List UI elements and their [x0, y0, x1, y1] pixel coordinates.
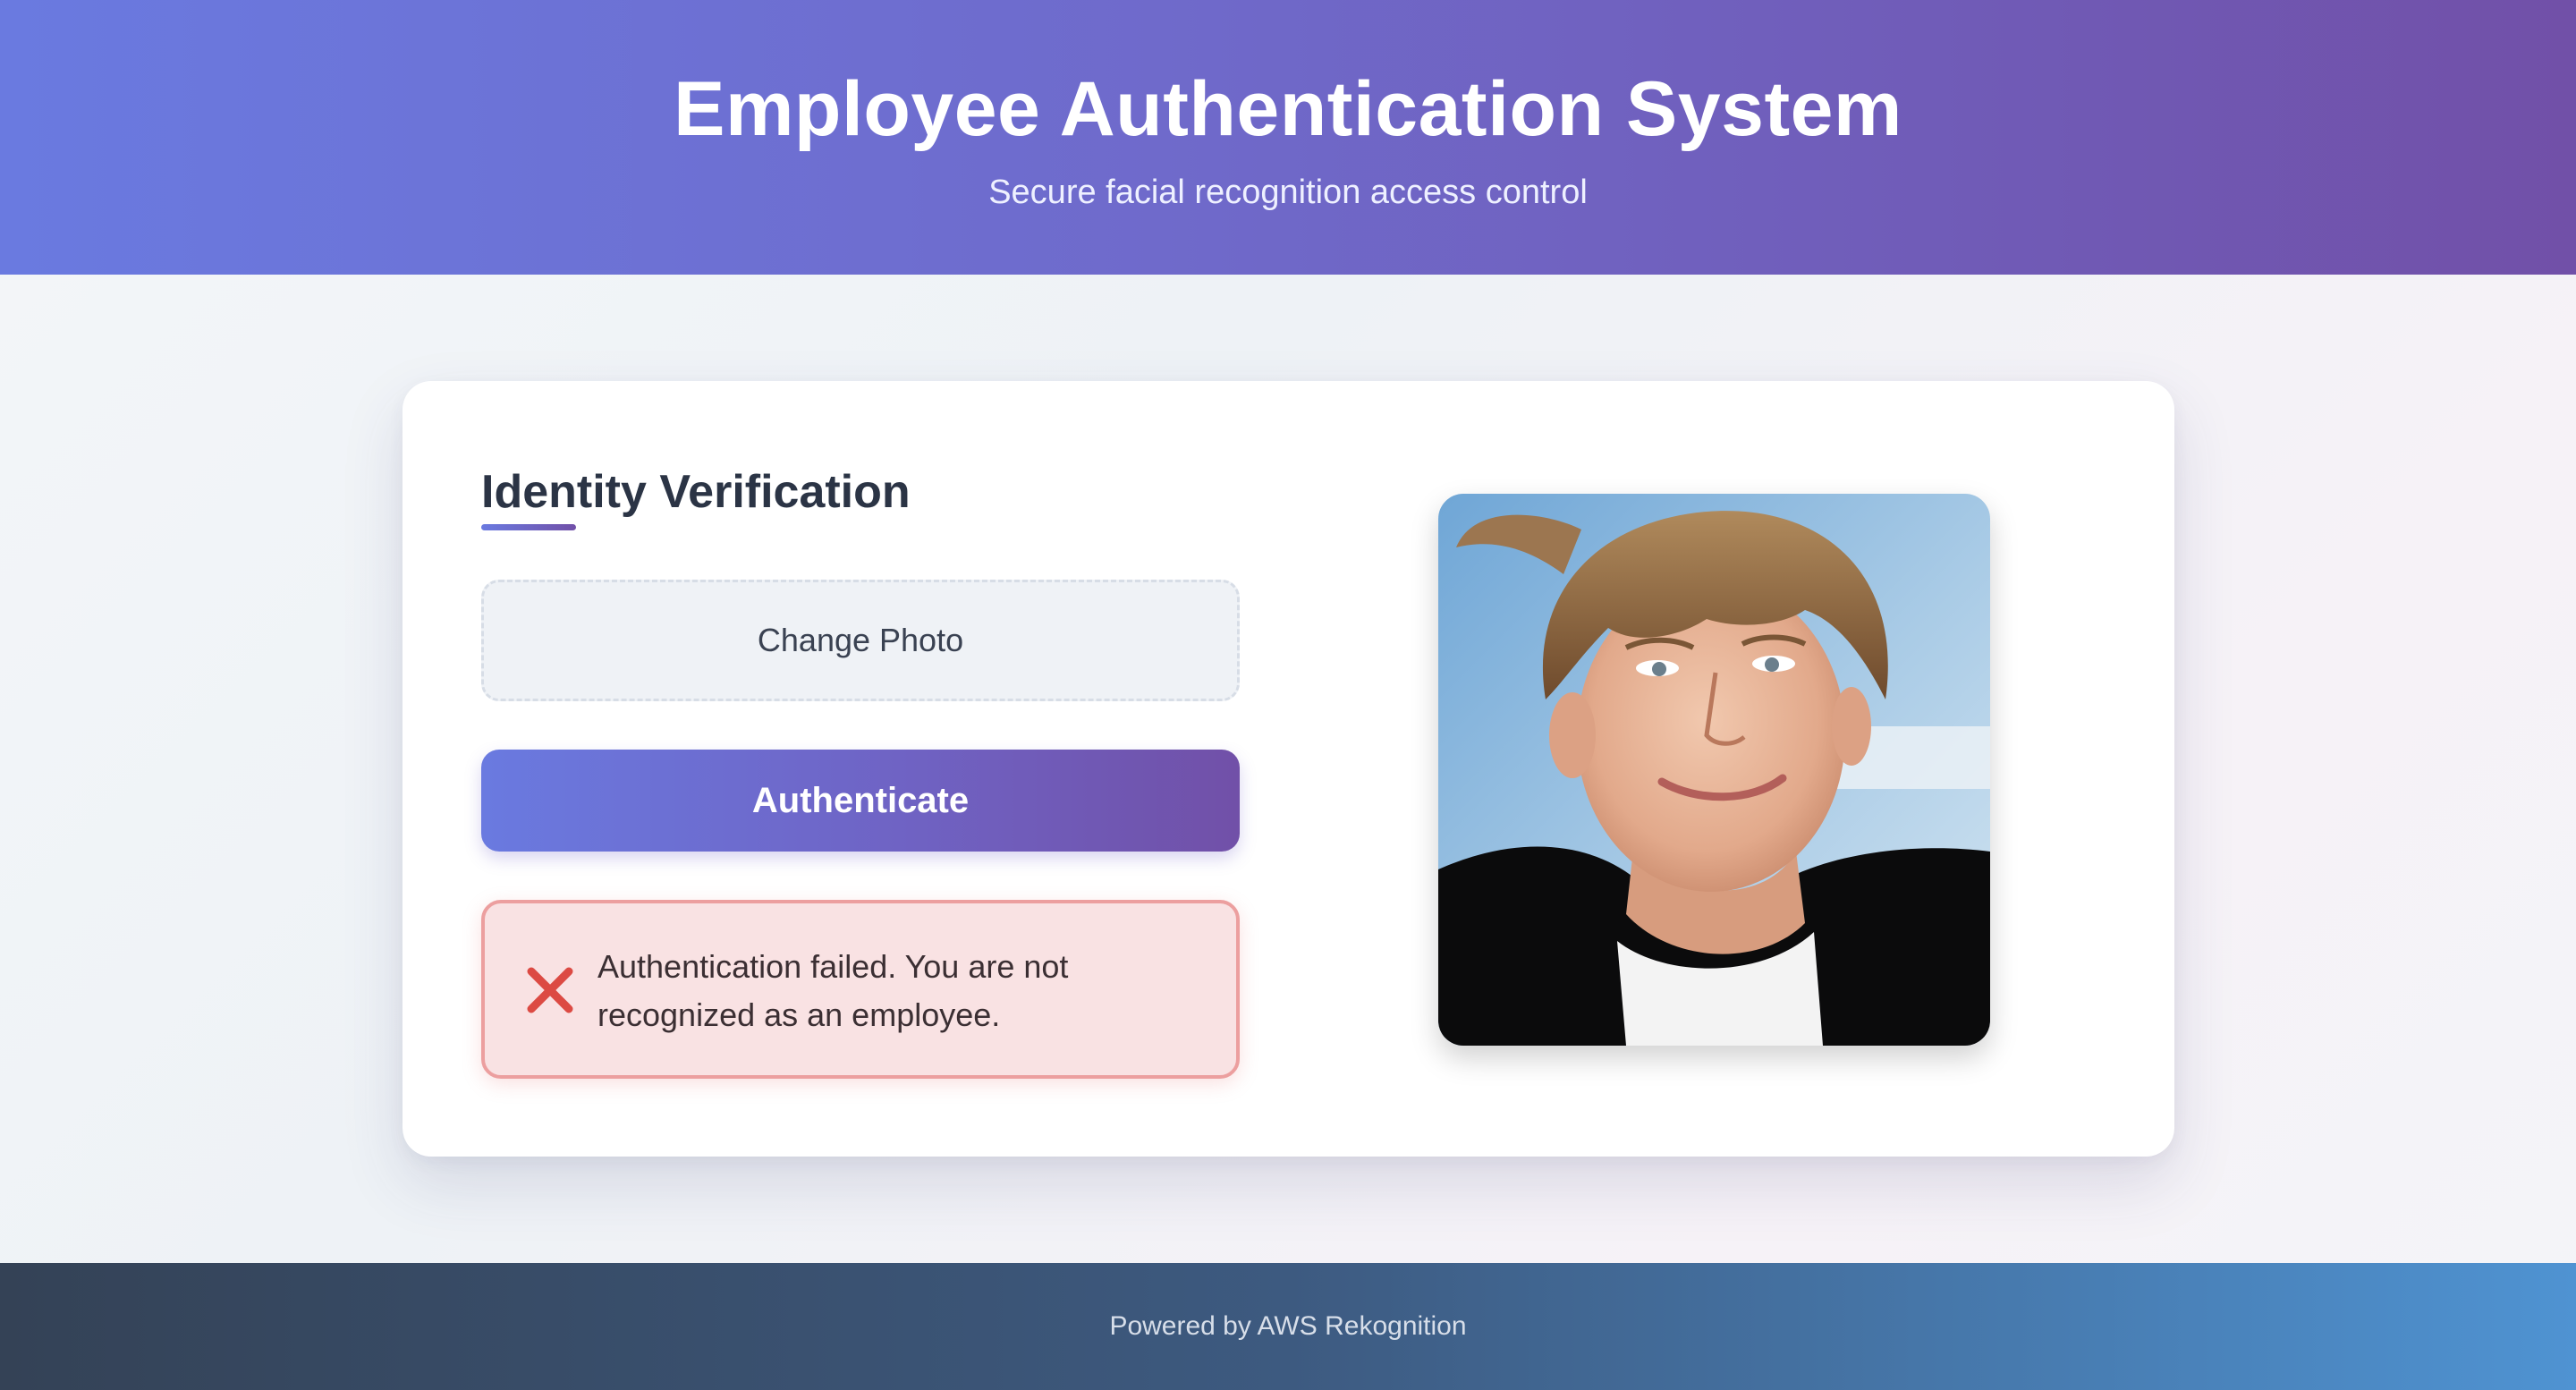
- page-footer: Powered by AWS Rekognition: [0, 1263, 2576, 1390]
- page-header: Employee Authentication System Secure fa…: [0, 0, 2576, 275]
- footer-text: Powered by AWS Rekognition: [1109, 1311, 1467, 1341]
- section-title: Identity Verification: [481, 466, 911, 518]
- error-alert: Authentication failed. You are not recog…: [481, 900, 1240, 1079]
- change-photo-button[interactable]: Change Photo: [481, 580, 1240, 701]
- verification-card: Identity Verification Change Photo Authe…: [402, 381, 2174, 1157]
- x-mark-icon: [522, 962, 578, 1018]
- page-title: Employee Authentication System: [674, 66, 1902, 152]
- authenticate-button[interactable]: Authenticate: [481, 750, 1240, 852]
- page-subtitle: Secure facial recognition access control: [988, 174, 1588, 211]
- error-message: Authentication failed. You are not recog…: [597, 948, 1069, 1033]
- title-underline: [481, 524, 576, 530]
- portrait-photo: [1438, 494, 1990, 1046]
